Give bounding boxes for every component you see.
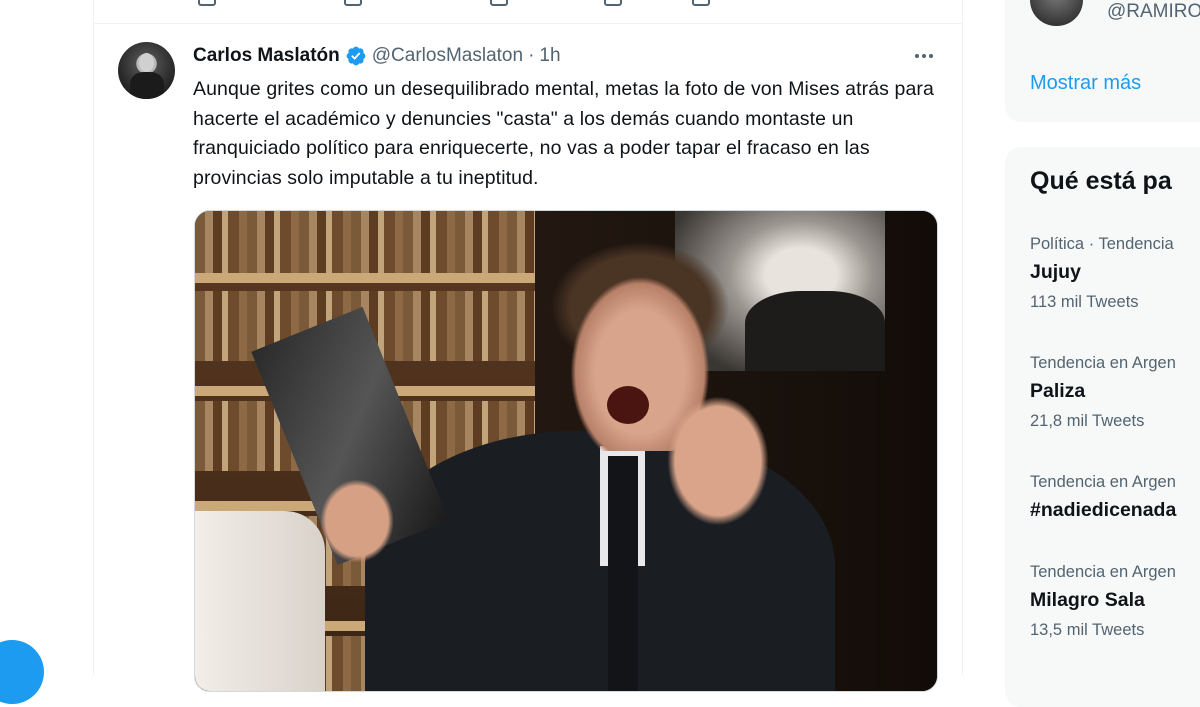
who-to-follow-card: @RAMIRO Mostrar más <box>1005 0 1200 122</box>
trend-count: 113 mil Tweets <box>1030 293 1139 311</box>
author-handle[interactable]: @CarlosMaslaton <box>372 45 523 67</box>
trend-count: 13,5 mil Tweets <box>1030 621 1145 639</box>
trend-name: #nadiedicenada <box>1030 499 1177 521</box>
trend-name: Jujuy <box>1030 261 1081 283</box>
compose-tweet-button[interactable] <box>0 640 44 704</box>
suggested-user-avatar[interactable] <box>1030 0 1083 26</box>
right-sidebar: @RAMIRO Mostrar más Qué está pa Política… <box>1005 0 1200 707</box>
separator-dot: · <box>528 45 535 66</box>
tweet-text: Aunque grites como un desequilibrado men… <box>193 78 934 189</box>
tweet-photo[interactable] <box>194 210 938 692</box>
divider <box>94 23 962 24</box>
show-more-link[interactable]: Mostrar más <box>1030 72 1141 95</box>
author-name[interactable]: Carlos Maslatón <box>193 45 340 67</box>
tweet-timestamp[interactable]: 1h <box>539 45 560 67</box>
trend-name: Paliza <box>1030 380 1086 402</box>
trends-card: Qué está pa Política · Tendencia Jujuy 1… <box>1005 147 1200 707</box>
reply-icon[interactable] <box>198 0 216 6</box>
trends-title: Qué está pa <box>1030 167 1172 195</box>
trend-meta: Tendencia en Argen <box>1030 473 1176 491</box>
trend-meta: Tendencia en Argen <box>1030 563 1176 581</box>
suggested-user-handle[interactable]: @RAMIRO <box>1107 1 1200 23</box>
trend-meta: Tendencia en Argen <box>1030 354 1176 372</box>
previous-tweet-actions <box>94 0 962 8</box>
trend-name: Milagro Sala <box>1030 589 1145 611</box>
trend-item[interactable]: Política · Tendencia Jujuy 113 mil Tweet… <box>1030 235 1200 312</box>
trend-item[interactable]: Tendencia en Argen Milagro Sala 13,5 mil… <box>1030 563 1200 640</box>
trend-meta: Política · Tendencia <box>1030 235 1174 253</box>
like-icon[interactable] <box>490 0 508 6</box>
trend-item[interactable]: Tendencia en Argen Paliza 21,8 mil Tweet… <box>1030 354 1200 431</box>
author-avatar[interactable] <box>118 42 175 99</box>
trend-count: 21,8 mil Tweets <box>1030 412 1145 430</box>
share-icon[interactable] <box>692 0 710 6</box>
views-icon[interactable] <box>604 0 622 6</box>
trend-item[interactable]: Tendencia en Argen #nadiedicenada <box>1030 473 1200 523</box>
retweet-icon[interactable] <box>344 0 362 6</box>
more-options-icon[interactable] <box>910 46 938 66</box>
tweet-header: Carlos Maslatón @CarlosMaslaton · 1h <box>193 44 561 68</box>
verified-badge-icon <box>346 46 366 66</box>
